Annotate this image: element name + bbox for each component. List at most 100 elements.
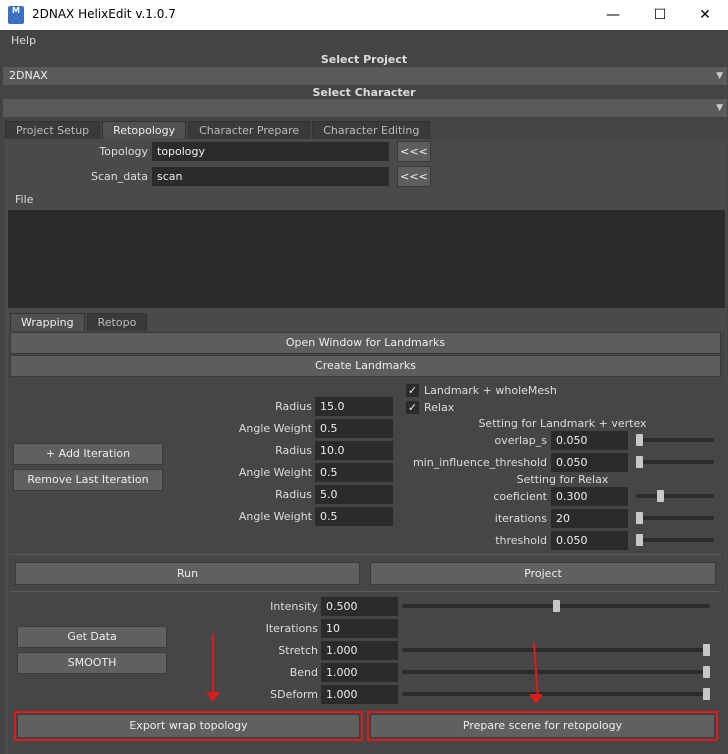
coeficient-field[interactable]: 0.300 bbox=[551, 487, 628, 506]
add-iteration-button[interactable]: + Add Iteration bbox=[13, 443, 163, 465]
relax-settings-heading: Setting for Relax bbox=[516, 473, 609, 486]
coeficient-label: coeficient bbox=[493, 490, 547, 503]
chevron-down-icon: ▼ bbox=[716, 103, 723, 113]
open-landmarks-window-button[interactable]: Open Window for Landmarks bbox=[10, 332, 721, 354]
stretch-label: Stretch bbox=[278, 644, 318, 657]
topology-label: Topology bbox=[99, 145, 148, 158]
intensity-field[interactable]: 0.500 bbox=[321, 597, 398, 616]
radius-2-label: Radius bbox=[275, 444, 312, 457]
annotation-arrowhead bbox=[206, 692, 220, 702]
iterations-label: iterations bbox=[494, 512, 547, 525]
radius-2-field[interactable]: 10.0 bbox=[315, 441, 393, 460]
threshold-slider-handle[interactable] bbox=[636, 534, 643, 546]
file-list[interactable] bbox=[8, 210, 725, 308]
select-project-label: Select Project bbox=[320, 53, 408, 66]
radius-3-field[interactable]: 5.0 bbox=[315, 485, 393, 504]
project-button[interactable]: Project bbox=[370, 562, 716, 585]
maximize-button[interactable]: ☐ bbox=[637, 0, 683, 30]
angle-weight-1-label: Angle Weight bbox=[238, 422, 312, 435]
prepare-scene-button[interactable]: Prepare scene for retopology bbox=[370, 714, 715, 738]
angle-weight-3-field[interactable]: 0.5 bbox=[315, 507, 393, 526]
window-title: 2DNAX HelixEdit v.1.0.7 bbox=[32, 7, 176, 21]
topology-field[interactable]: topology bbox=[152, 142, 389, 161]
smooth-iterations-field[interactable]: 10 bbox=[321, 619, 398, 638]
get-data-button[interactable]: Get Data bbox=[17, 626, 167, 648]
title-bar: M 2DNAX HelixEdit v.1.0.7 — ☐ ✕ bbox=[0, 0, 728, 30]
character-select[interactable]: ▼ bbox=[3, 99, 727, 117]
landmark-wholemesh-checkbox[interactable]: ✓ bbox=[406, 384, 419, 397]
bend-slider[interactable] bbox=[402, 670, 710, 674]
intensity-label: Intensity bbox=[270, 600, 318, 613]
angle-weight-2-label: Angle Weight bbox=[238, 466, 312, 479]
menu-help[interactable]: Help bbox=[11, 34, 36, 47]
load-topology-button[interactable]: <<< bbox=[397, 141, 431, 162]
close-button[interactable]: ✕ bbox=[682, 0, 728, 30]
annotation-arrow bbox=[212, 634, 214, 696]
overlap-slider[interactable] bbox=[636, 438, 714, 442]
radius-1-field[interactable]: 15.0 bbox=[315, 397, 393, 416]
threshold-label: threshold bbox=[495, 534, 547, 547]
chevron-down-icon: ▼ bbox=[716, 71, 723, 81]
radius-1-label: Radius bbox=[275, 400, 312, 413]
app-icon: M bbox=[8, 6, 24, 24]
relax-checkbox[interactable]: ✓ bbox=[406, 401, 419, 414]
tab-wrapping[interactable]: Wrapping bbox=[10, 313, 85, 331]
project-select-value: 2DNAX bbox=[9, 69, 48, 82]
main-tabs: Project Setup Retopology Character Prepa… bbox=[5, 121, 431, 139]
remove-last-iteration-button[interactable]: Remove Last Iteration bbox=[13, 469, 163, 491]
radius-3-label: Radius bbox=[275, 488, 312, 501]
divider bbox=[10, 591, 721, 592]
scan-data-field[interactable]: scan bbox=[152, 167, 389, 186]
bend-label: Bend bbox=[289, 666, 318, 679]
scan-data-label: Scan_data bbox=[90, 170, 148, 183]
overlap-field[interactable]: 0.050 bbox=[551, 431, 628, 450]
coeficient-slider[interactable] bbox=[636, 494, 714, 498]
stretch-slider-handle[interactable] bbox=[703, 644, 710, 656]
tab-character-editing[interactable]: Character Editing bbox=[312, 121, 431, 139]
min-influence-slider[interactable] bbox=[636, 460, 714, 464]
tab-character-prepare[interactable]: Character Prepare bbox=[188, 121, 311, 139]
sub-tabs: Wrapping Retopo bbox=[10, 313, 148, 331]
threshold-field[interactable]: 0.050 bbox=[551, 531, 628, 550]
tab-project-setup[interactable]: Project Setup bbox=[5, 121, 101, 139]
iterations-slider[interactable] bbox=[636, 516, 714, 520]
sdeform-slider[interactable] bbox=[402, 692, 710, 696]
landmark-vertex-settings-heading: Setting for Landmark + vertex bbox=[478, 417, 647, 430]
smooth-iterations-label: Iterations bbox=[265, 622, 318, 635]
project-select[interactable]: 2DNAX ▼ bbox=[3, 67, 727, 85]
iterations-field[interactable]: 20 bbox=[551, 509, 628, 528]
landmark-wholemesh-label: Landmark + wholeMesh bbox=[424, 384, 557, 397]
bend-field[interactable]: 1.000 bbox=[321, 663, 398, 682]
stretch-field[interactable]: 1.000 bbox=[321, 641, 398, 660]
angle-weight-3-label: Angle Weight bbox=[238, 510, 312, 523]
angle-weight-2-field[interactable]: 0.5 bbox=[315, 463, 393, 482]
threshold-slider[interactable] bbox=[636, 538, 714, 542]
create-landmarks-button[interactable]: Create Landmarks bbox=[10, 355, 721, 377]
intensity-slider-handle[interactable] bbox=[552, 600, 560, 612]
tab-retopo[interactable]: Retopo bbox=[86, 313, 148, 331]
select-character-label: Select Character bbox=[312, 86, 416, 99]
relax-label: Relax bbox=[424, 401, 455, 414]
min-influence-slider-handle[interactable] bbox=[636, 456, 643, 468]
sdeform-slider-handle[interactable] bbox=[703, 688, 710, 700]
file-label: File bbox=[15, 193, 34, 206]
min-influence-threshold-field[interactable]: 0.050 bbox=[551, 453, 628, 472]
overlap-label: overlap_s bbox=[494, 434, 547, 447]
export-wrap-topology-button[interactable]: Export wrap topology bbox=[17, 714, 360, 738]
minimize-button[interactable]: — bbox=[590, 0, 636, 30]
smooth-button[interactable]: SMOOTH bbox=[17, 652, 167, 674]
stretch-slider[interactable] bbox=[402, 648, 710, 652]
annotation-arrowhead bbox=[529, 694, 543, 704]
tab-retopology[interactable]: Retopology bbox=[102, 121, 187, 139]
coeficient-slider-handle[interactable] bbox=[657, 490, 665, 502]
divider bbox=[10, 554, 721, 555]
sdeform-field[interactable]: 1.000 bbox=[321, 685, 398, 704]
menu-bar: Help bbox=[0, 30, 728, 52]
bend-slider-handle[interactable] bbox=[703, 666, 710, 678]
min-influence-threshold-label: min_influence_threshold bbox=[412, 456, 547, 469]
overlap-slider-handle[interactable] bbox=[636, 434, 643, 446]
load-scan-button[interactable]: <<< bbox=[397, 166, 431, 187]
iterations-slider-handle[interactable] bbox=[636, 512, 643, 524]
angle-weight-1-field[interactable]: 0.5 bbox=[315, 419, 393, 438]
run-button[interactable]: Run bbox=[15, 562, 360, 585]
